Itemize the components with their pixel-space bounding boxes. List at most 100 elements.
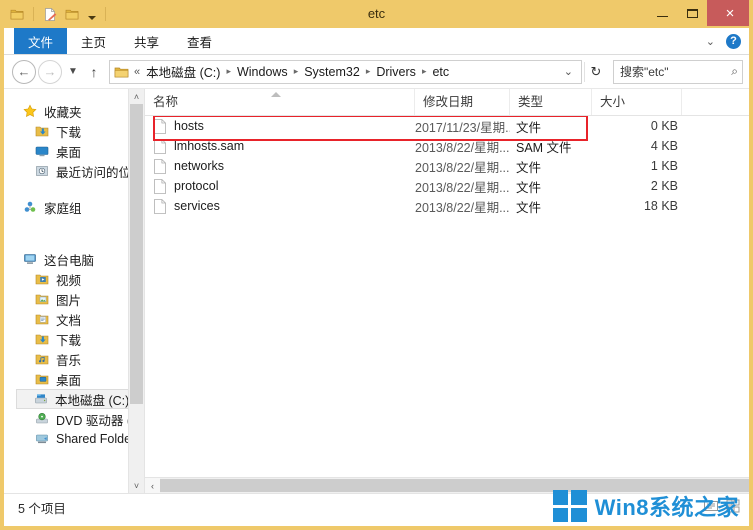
file-date-cell: 2013/8/22/星期...: [415, 180, 510, 195]
scrollbar-thumb[interactable]: [130, 104, 143, 404]
ribbon-tab-bar: 文件 主页 共享 查看 ⌄ ?: [4, 28, 749, 55]
explorer-body: 收藏夹 下载 桌面 最近访问的位置 家庭组 这台电脑 视频 图片 文档 下载 音…: [4, 88, 749, 493]
sidebar-item-shared-folders[interactable]: Shared Folders: [4, 429, 144, 449]
breadcrumb-item-0[interactable]: 本地磁盘 (C:): [144, 62, 222, 81]
file-icon: [153, 118, 166, 134]
sidebar-item-desktop-pc[interactable]: 桌面: [4, 369, 144, 389]
this-pc-icon: [22, 251, 38, 267]
downloads-folder-icon-pc: [34, 331, 50, 347]
file-type-cell: 文件: [516, 200, 542, 215]
forward-button[interactable]: →: [38, 59, 62, 84]
tab-file[interactable]: 文件: [14, 28, 68, 54]
breadcrumb-item-4[interactable]: etc: [430, 65, 451, 79]
column-header-name[interactable]: 名称: [145, 89, 415, 115]
sidebar-group-favorites[interactable]: 收藏夹: [4, 101, 144, 121]
details-view-icon[interactable]: [703, 498, 719, 514]
file-icon: [153, 178, 166, 194]
breadcrumb-dropdown-icon[interactable]: ⌄: [558, 65, 579, 78]
caption-buttons: ×: [647, 0, 749, 28]
large-icons-view-icon[interactable]: [725, 498, 741, 514]
column-header-size[interactable]: 大小: [592, 89, 682, 115]
file-name-cell: hosts: [145, 118, 415, 134]
sidebar-item-dvd-drive-d[interactable]: DVD 驱动器 (D:): [4, 409, 144, 429]
sidebar-item-recent-places[interactable]: 最近访问的位置: [4, 161, 144, 181]
tab-view[interactable]: 查看: [173, 28, 226, 54]
file-type-cell: SAM 文件: [516, 140, 572, 155]
sidebar-item-label-videos: 视频: [56, 273, 82, 288]
sidebar-item-pictures[interactable]: 图片: [4, 289, 144, 309]
navigation-pane-scrollbar[interactable]: ˄ ˅: [128, 89, 144, 493]
table-row[interactable]: lmhosts.sam 2013/8/22/星期... SAM 文件 4 KB: [145, 136, 749, 156]
sidebar-item-label-downloads-pc: 下载: [56, 333, 82, 348]
sidebar-item-documents[interactable]: 文档: [4, 309, 144, 329]
help-icon[interactable]: ?: [726, 33, 741, 49]
music-folder-icon: [34, 351, 50, 367]
desktop-icon: [34, 143, 50, 159]
breadcrumb[interactable]: « 本地磁盘 (C:) ▸ Windows ▸ System32 ▸ Drive…: [109, 59, 582, 84]
file-type-cell: 文件: [516, 120, 542, 135]
file-type-cell: 文件: [516, 180, 542, 195]
sidebar-item-label-pictures: 图片: [56, 293, 82, 308]
breadcrumb-separator-icon-0[interactable]: ▸: [222, 66, 235, 77]
sidebar-item-downloads[interactable]: 下载: [4, 121, 144, 141]
folder-properties-icon[interactable]: [63, 5, 81, 23]
recent-places-icon: [34, 163, 50, 179]
sidebar-item-label-documents: 文档: [56, 313, 82, 328]
search-input[interactable]: 搜索"etc" ⌕: [613, 59, 743, 84]
address-bar: ← → ▼ ↑ « 本地磁盘 (C:) ▸ Windows ▸ System32…: [4, 55, 749, 88]
breadcrumb-separator-icon-3[interactable]: ▸: [418, 66, 431, 77]
quick-access-dropdown-icon[interactable]: [85, 5, 98, 23]
file-name-cell: services: [145, 198, 415, 214]
scroll-left-icon[interactable]: ‹: [145, 478, 160, 493]
file-icon: [153, 158, 166, 174]
file-date-cell: 2017/11/23/星期...: [415, 120, 510, 135]
sidebar-group-homegroup[interactable]: 家庭组: [4, 197, 144, 217]
minimize-button[interactable]: [647, 2, 677, 24]
breadcrumb-separator-icon-2[interactable]: ▸: [362, 66, 375, 77]
breadcrumb-item-1[interactable]: Windows: [235, 65, 290, 79]
new-folder-icon[interactable]: [41, 5, 59, 23]
file-list-horizontal-scrollbar[interactable]: ‹: [145, 477, 749, 493]
ribbon-right-controls: ⌄ ?: [703, 28, 749, 54]
file-date-cell: 2013/8/22/星期...: [415, 160, 510, 175]
sidebar-item-music[interactable]: 音乐: [4, 349, 144, 369]
search-icon: ⌕: [731, 64, 738, 78]
file-date-cell: 2013/8/22/星期...: [415, 200, 510, 215]
scroll-up-icon[interactable]: ˄: [129, 89, 144, 104]
sidebar-item-videos[interactable]: 视频: [4, 269, 144, 289]
scroll-down-icon[interactable]: ˅: [129, 478, 144, 493]
hard-drive-icon: [33, 391, 49, 407]
up-button[interactable]: ↑: [84, 61, 104, 83]
table-row[interactable]: services 2013/8/22/星期... 文件 18 KB: [145, 196, 749, 216]
breadcrumb-separator-icon-1[interactable]: ▸: [290, 66, 303, 77]
recent-locations-icon[interactable]: ▼: [64, 61, 82, 83]
breadcrumb-overflow-icon[interactable]: «: [134, 66, 140, 78]
sidebar-item-label-local-disk-c: 本地磁盘 (C:): [55, 393, 130, 408]
tab-home[interactable]: 主页: [67, 28, 120, 54]
folder-icon-breadcrumb: [114, 65, 129, 79]
table-row[interactable]: protocol 2013/8/22/星期... 文件 2 KB: [145, 176, 749, 196]
downloads-folder-icon: [34, 123, 50, 139]
table-row[interactable]: networks 2013/8/22/星期... 文件 1 KB: [145, 156, 749, 176]
breadcrumb-item-2[interactable]: System32: [302, 65, 362, 79]
close-button[interactable]: ×: [707, 0, 749, 26]
table-row[interactable]: hosts 2017/11/23/星期... 文件 0 KB: [145, 116, 749, 136]
sidebar-group-this-pc[interactable]: 这台电脑: [4, 249, 144, 269]
column-header-type[interactable]: 类型: [510, 89, 592, 115]
refresh-button[interactable]: ↻: [584, 61, 607, 82]
maximize-button[interactable]: [677, 2, 707, 24]
tab-share[interactable]: 共享: [120, 28, 173, 54]
sidebar-item-desktop[interactable]: 桌面: [4, 141, 144, 161]
file-size-cell: 2 KB: [650, 179, 678, 193]
sidebar-item-local-disk-c[interactable]: 本地磁盘 (C:): [16, 389, 144, 409]
chevron-down-icon: [87, 16, 96, 20]
back-button[interactable]: ←: [12, 59, 36, 84]
horizontal-scrollbar-thumb[interactable]: [160, 479, 749, 492]
column-header-date[interactable]: 修改日期: [415, 89, 510, 115]
breadcrumb-item-3[interactable]: Drivers: [374, 65, 418, 79]
file-name-text: hosts: [174, 119, 204, 133]
sidebar-item-downloads-pc[interactable]: 下载: [4, 329, 144, 349]
folder-icon[interactable]: [8, 5, 26, 23]
expand-ribbon-icon[interactable]: ⌄: [703, 35, 718, 48]
